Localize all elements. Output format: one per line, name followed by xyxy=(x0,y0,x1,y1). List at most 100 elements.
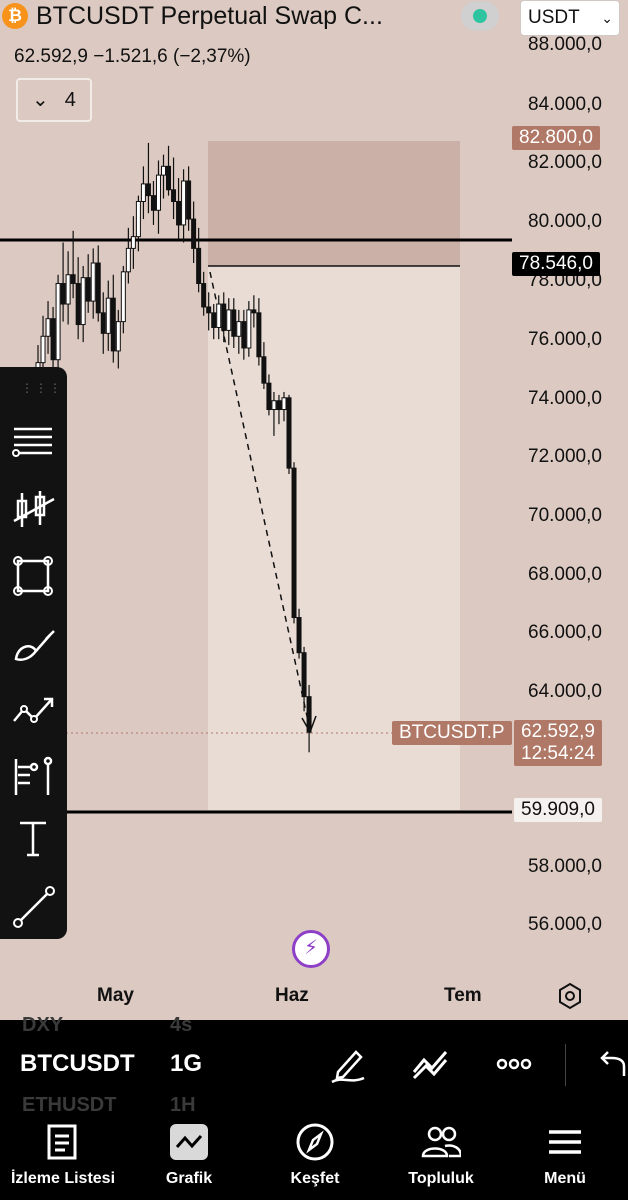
nav-watchlist[interactable]: İzleme Listesi xyxy=(0,1112,126,1200)
candle-body xyxy=(306,696,312,733)
indicators-toggle[interactable]: ⌄ 4 xyxy=(16,78,92,122)
candle-body xyxy=(80,277,86,326)
more-icon[interactable] xyxy=(494,1044,534,1084)
rectangle-icon[interactable] xyxy=(8,551,58,601)
last-price-tag: 62.592,9 12:54:24 xyxy=(514,720,602,766)
nav-label: Topluluk xyxy=(408,1170,474,1187)
nav-community[interactable]: Topluluk xyxy=(378,1112,504,1200)
candle-body xyxy=(286,397,292,469)
time-axis-label: May xyxy=(97,985,134,1006)
candle-body xyxy=(236,321,242,337)
candle-body xyxy=(100,312,106,334)
candle-body xyxy=(161,165,166,176)
candle-body xyxy=(150,195,156,211)
indicator-count: 4 xyxy=(64,89,76,111)
market-status-indicator[interactable] xyxy=(461,1,499,31)
price-axis-label: 80.000,0 xyxy=(528,211,602,232)
candle-body xyxy=(246,309,252,349)
text-icon[interactable] xyxy=(8,813,58,863)
candle-body xyxy=(50,318,56,361)
candle-body xyxy=(281,397,287,411)
currency-value: USDT xyxy=(528,7,580,28)
price-axis-label: 84.000,0 xyxy=(528,94,602,115)
candle-body xyxy=(55,283,61,361)
nav-chart[interactable]: Grafik xyxy=(126,1112,252,1200)
nav-label: Keşfet xyxy=(290,1170,340,1187)
fib-icon[interactable] xyxy=(8,751,58,801)
drawing-toolbar: ⋮⋮⋮ xyxy=(0,367,67,939)
candle-body xyxy=(221,303,227,331)
nav-label: Grafik xyxy=(165,1170,213,1187)
price-axis-label: 68.000,0 xyxy=(528,564,602,585)
candle-body xyxy=(125,247,131,273)
candle-body xyxy=(155,174,161,211)
candle-body xyxy=(231,309,237,337)
price-axis-label: 72.000,0 xyxy=(528,446,602,467)
candle-body xyxy=(266,382,272,411)
candle-body xyxy=(296,617,302,654)
candles-icon[interactable] xyxy=(8,485,58,535)
candle-body xyxy=(130,236,136,249)
candle-body xyxy=(181,180,187,226)
bitcoin-icon: ₿ xyxy=(2,3,28,29)
candle-body xyxy=(40,335,46,364)
chart-icon xyxy=(170,1124,208,1160)
chevron-down-icon: ⌄ xyxy=(601,10,613,26)
candle-body xyxy=(216,303,222,328)
candle-body xyxy=(176,200,182,226)
price-axis-label: 66.000,0 xyxy=(528,622,602,643)
last-price-value: 62.592,9 xyxy=(521,721,595,742)
symbol-title[interactable]: BTCUSDT Perpetual Swap C... xyxy=(36,2,383,31)
price-axis-label: 88.000,0 xyxy=(528,34,602,55)
price-axis-label: 58.000,0 xyxy=(528,856,602,877)
support-line-tag[interactable]: 59.909,0 xyxy=(514,798,602,822)
drag-handle-icon[interactable]: ⋮⋮⋮ xyxy=(21,381,63,395)
nav-explore[interactable]: Keşfet xyxy=(252,1112,378,1200)
toolbar-divider xyxy=(565,1044,566,1086)
active-timeframe[interactable]: 1G xyxy=(170,1050,202,1078)
compass-icon xyxy=(296,1123,334,1161)
settings-icon[interactable] xyxy=(556,982,584,1010)
watchlist-icon xyxy=(47,1124,77,1160)
candle-body xyxy=(70,274,76,285)
undo-icon[interactable] xyxy=(592,1044,628,1084)
brush-icon[interactable] xyxy=(8,619,58,669)
candle-body xyxy=(60,283,66,305)
price-axis-label: 76.000,0 xyxy=(528,329,602,350)
pattern-icon[interactable] xyxy=(8,687,58,737)
position-stop-tag[interactable]: 82.800,0 xyxy=(512,126,600,150)
nav-label: İzleme Listesi xyxy=(10,1170,116,1187)
candle-body xyxy=(271,400,277,411)
candle-body xyxy=(145,183,151,197)
candle-body xyxy=(120,271,126,323)
active-symbol[interactable]: BTCUSDT xyxy=(20,1050,135,1078)
candle-body xyxy=(115,321,121,352)
nav-label: Menü xyxy=(544,1170,586,1187)
symbol-list-item[interactable]: DXY xyxy=(22,1014,63,1037)
alert-lightning-icon[interactable]: ⚡ xyxy=(292,930,330,968)
lines-icon[interactable] xyxy=(8,415,58,465)
price-axis-label: 74.000,0 xyxy=(528,388,602,409)
candle-body xyxy=(110,297,116,352)
currency-select[interactable]: USDT ⌄ xyxy=(520,0,620,36)
horizontal-line-tag[interactable]: 78.546,0 xyxy=(512,252,600,276)
candle-body xyxy=(191,218,197,249)
candle-body xyxy=(276,400,282,411)
candle-body xyxy=(226,309,232,331)
trendline-icon[interactable] xyxy=(8,881,58,931)
candle-body xyxy=(301,652,307,698)
candle-body xyxy=(85,277,91,302)
candle-body xyxy=(65,274,71,305)
candle-body xyxy=(140,183,146,202)
candle-body xyxy=(90,262,96,302)
pencil-icon[interactable] xyxy=(328,1044,368,1084)
time-axis-label: Tem xyxy=(444,985,482,1006)
candle-body xyxy=(75,283,81,326)
candle-body xyxy=(186,180,192,220)
drawings-icon[interactable] xyxy=(410,1044,450,1084)
candle-body xyxy=(251,309,257,314)
nav-menu[interactable]: Menü xyxy=(502,1112,628,1200)
candle-body xyxy=(166,165,172,191)
candle-body xyxy=(105,297,111,334)
price-axis-label: 70.000,0 xyxy=(528,505,602,526)
